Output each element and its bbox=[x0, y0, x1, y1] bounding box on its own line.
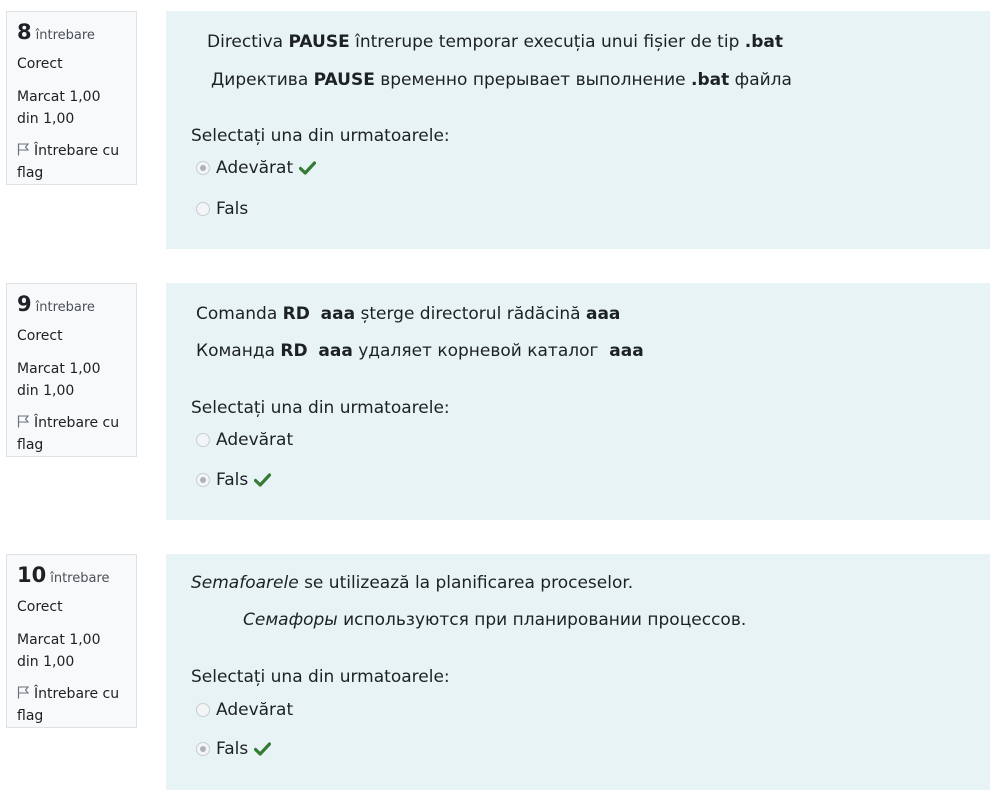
bold-text: PAUSE bbox=[313, 70, 375, 90]
question-number: 9 bbox=[17, 292, 32, 316]
italic-text: Семафоры bbox=[243, 610, 338, 630]
answer-option-fals[interactable]: Fals bbox=[196, 469, 272, 491]
radio-button[interactable] bbox=[196, 202, 210, 216]
question-content: Comanda RD aaa șterge directorul rădăcin… bbox=[166, 283, 990, 520]
question-info: 8 întrebare Corect Marcat 1,00 din 1,00 Î… bbox=[6, 11, 137, 185]
bold-text: .bat bbox=[744, 32, 784, 52]
question-grade: Marcat 1,00 din 1,00 bbox=[17, 632, 101, 670]
flag-question-link[interactable]: Întrebare cu flag bbox=[17, 683, 126, 727]
question-number: 10 bbox=[17, 563, 47, 587]
flag-icon bbox=[17, 415, 30, 428]
question-word: întrebare bbox=[35, 300, 95, 315]
question-word: întrebare bbox=[50, 571, 110, 586]
radio-button[interactable] bbox=[196, 742, 210, 756]
check-icon bbox=[254, 742, 272, 756]
question-word: întrebare bbox=[35, 28, 95, 43]
bold-text: .bat bbox=[691, 70, 730, 90]
text-run: удаляет корневой каталог bbox=[352, 341, 610, 361]
bold-text: aaa bbox=[585, 304, 621, 324]
radio-button[interactable] bbox=[196, 703, 210, 717]
text-run: Directiva bbox=[207, 32, 289, 52]
answer-option-fals[interactable]: Fals bbox=[196, 738, 272, 760]
question-info: 9 întrebare Corect Marcat 1,00 din 1,00 Î… bbox=[6, 283, 137, 457]
question-grade: Marcat 1,00 din 1,00 bbox=[17, 361, 101, 399]
text-run: șterge directorul rădăcină bbox=[355, 304, 586, 324]
question-content: Semafoarele se utilizează la planificare… bbox=[166, 554, 990, 790]
bold-text: RD bbox=[280, 341, 308, 361]
answer-label: Adevărat bbox=[216, 158, 294, 178]
flag-icon bbox=[17, 143, 30, 156]
question-text-ro: Comanda RD aaa șterge directorul rădăcin… bbox=[196, 303, 620, 325]
check-icon bbox=[299, 161, 317, 175]
answer-label: Fals bbox=[216, 470, 249, 490]
flag-icon bbox=[17, 686, 30, 699]
bold-text: RD bbox=[282, 304, 310, 324]
text-run: Команда bbox=[196, 341, 281, 361]
question-info: 10 întrebare Corect Marcat 1,00 din 1,00 … bbox=[6, 554, 137, 728]
flag-question-link[interactable]: Întrebare cu flag bbox=[17, 140, 126, 184]
text-run: Comanda bbox=[196, 304, 283, 324]
answer-option-adevarat[interactable]: Adevărat bbox=[196, 699, 293, 721]
question-grade: Marcat 1,00 din 1,00 bbox=[17, 89, 101, 127]
text-run: файла bbox=[729, 70, 792, 90]
answer-option-adevarat[interactable]: Adevărat bbox=[196, 157, 317, 179]
radio-button[interactable] bbox=[196, 433, 210, 447]
question-text-ro: Directiva PAUSE întrerupe temporar execu… bbox=[207, 31, 783, 53]
text-run: se utilizează la planificarea proceselor… bbox=[298, 573, 634, 593]
question-text-ru: Директива PAUSE временно прерывает выпол… bbox=[211, 69, 792, 91]
question-text-ru: Команда RD aaa удаляет корневой каталог … bbox=[196, 340, 644, 362]
italic-text: Semafoarele bbox=[191, 573, 299, 593]
bold-text: aaa bbox=[320, 304, 356, 324]
answer-label: Adevărat bbox=[216, 700, 294, 720]
flag-label: Întrebare cu flag bbox=[17, 686, 120, 724]
bold-text: aaa bbox=[609, 341, 644, 361]
flag-label: Întrebare cu flag bbox=[17, 415, 120, 453]
answer-option-fals[interactable]: Fals bbox=[196, 198, 248, 220]
answer-option-adevarat[interactable]: Adevărat bbox=[196, 429, 293, 451]
text-run bbox=[310, 304, 321, 324]
radio-button[interactable] bbox=[196, 473, 210, 487]
text-run: întrerupe temporar execuția unui fișier … bbox=[349, 32, 745, 52]
answer-prompt: Selectați una din urmatoarele: bbox=[191, 667, 450, 687]
question-state: Corect bbox=[17, 328, 63, 344]
answer-prompt: Selectați una din urmatoarele: bbox=[191, 126, 450, 146]
answer-label: Fals bbox=[216, 739, 249, 759]
question-text-ru: Семафоры используются при планировании п… bbox=[243, 609, 746, 631]
text-run: используются при планировании процессов. bbox=[337, 610, 747, 630]
question-content: Directiva PAUSE întrerupe temporar execu… bbox=[166, 11, 990, 249]
text-run: временно прерывает выполнение bbox=[374, 70, 692, 90]
answer-label: Adevărat bbox=[216, 430, 294, 450]
flag-question-link[interactable]: Întrebare cu flag bbox=[17, 412, 126, 456]
text-run: Директива bbox=[211, 70, 314, 90]
bold-text: aaa bbox=[318, 341, 353, 361]
radio-button[interactable] bbox=[196, 161, 210, 175]
text-run bbox=[308, 341, 319, 361]
question-number: 8 bbox=[17, 20, 32, 44]
question-state: Corect bbox=[17, 599, 63, 615]
question-text-ro: Semafoarele se utilizează la planificare… bbox=[191, 572, 633, 594]
question-state: Corect bbox=[17, 56, 63, 72]
answer-prompt: Selectați una din urmatoarele: bbox=[191, 398, 450, 418]
flag-label: Întrebare cu flag bbox=[17, 143, 120, 181]
answer-label: Fals bbox=[216, 199, 249, 219]
bold-text: PAUSE bbox=[288, 32, 350, 52]
check-icon bbox=[254, 473, 272, 487]
